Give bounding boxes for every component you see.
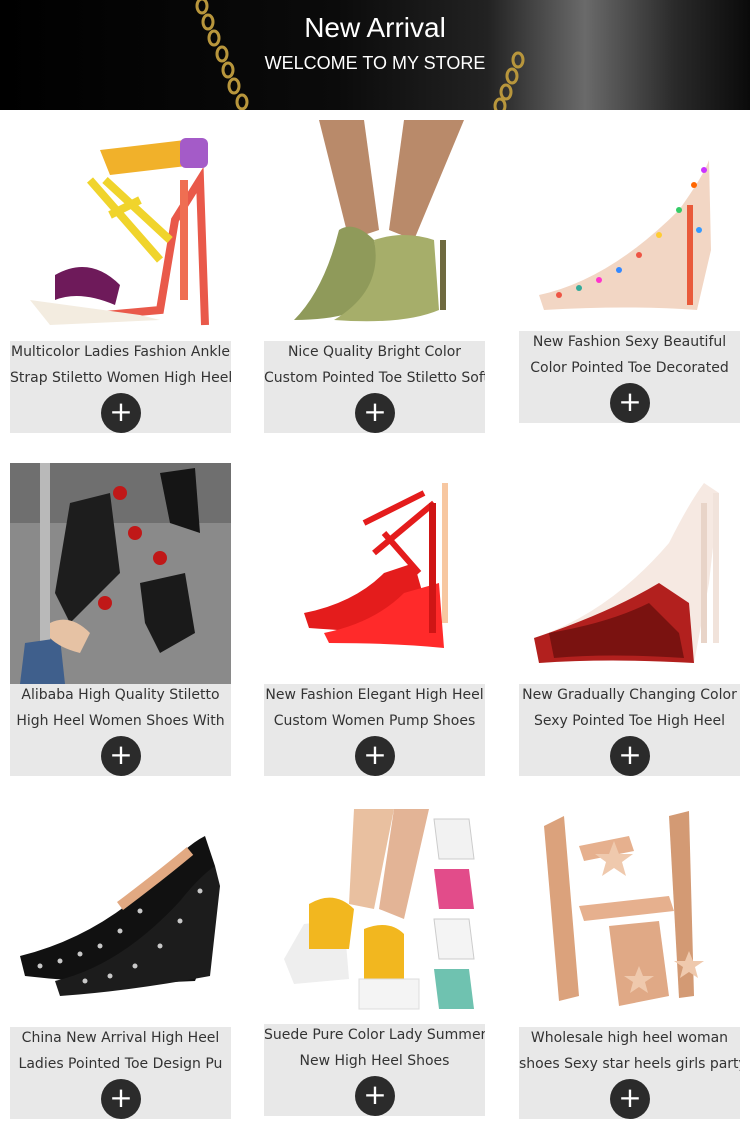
strappy-sandal-image	[10, 120, 231, 341]
product-title-line-2[interactable]: High Heel Women Shoes With	[10, 713, 231, 729]
add-product-button[interactable]: +	[355, 1076, 395, 1116]
product-card[interactable]: Multicolor Ladies Fashion Ankle Strap St…	[10, 120, 231, 433]
product-caption: Alibaba High Quality Stiletto High Heel …	[10, 684, 231, 776]
product-title-line-2[interactable]: Strap Stiletto Women High Heel	[10, 370, 231, 386]
product-image[interactable]	[10, 463, 231, 684]
product-title-line-1[interactable]: Suede Pure Color Lady Summer	[264, 1027, 485, 1043]
product-card[interactable]: China New Arrival High Heel Ladies Point…	[10, 806, 231, 1119]
product-title-line-1[interactable]: Wholesale high heel woman	[519, 1030, 740, 1046]
add-product-button[interactable]: +	[610, 1079, 650, 1119]
store-banner: New Arrival WELCOME TO MY STORE	[0, 0, 750, 110]
star-sandal-image	[519, 806, 740, 1027]
product-card[interactable]: New Fashion Sexy Beautiful Color Pointed…	[519, 120, 740, 423]
add-product-button[interactable]: +	[610, 383, 650, 423]
product-card[interactable]: Alibaba High Quality Stiletto High Heel …	[10, 463, 231, 776]
platform-peep-toe-image	[264, 809, 485, 1024]
product-title-line-1[interactable]: New Fashion Sexy Beautiful	[519, 334, 740, 350]
product-title-line-1[interactable]: New Gradually Changing Color	[519, 687, 740, 703]
product-title-line-1[interactable]: China New Arrival High Heel	[10, 1030, 231, 1046]
product-image[interactable]	[519, 463, 740, 684]
product-image[interactable]	[519, 806, 740, 1027]
product-caption: Suede Pure Color Lady Summer New High He…	[264, 1024, 485, 1116]
product-image[interactable]	[10, 120, 231, 341]
gradient-leopard-pump-image	[519, 463, 740, 684]
product-title-line-2[interactable]: Custom Pointed Toe Stiletto Soft	[264, 370, 485, 386]
red-cross-strap-pump-image	[264, 463, 485, 684]
product-title-line-2[interactable]: Ladies Pointed Toe Design Pu	[10, 1056, 231, 1072]
product-card[interactable]: Suede Pure Color Lady Summer New High He…	[264, 806, 485, 1116]
product-caption: New Fashion Sexy Beautiful Color Pointed…	[519, 331, 740, 423]
product-title-line-2[interactable]: Sexy Pointed Toe High Heel	[519, 713, 740, 729]
product-card[interactable]: New Gradually Changing Color Sexy Pointe…	[519, 463, 740, 776]
product-image[interactable]	[10, 806, 231, 1027]
product-image[interactable]	[264, 120, 485, 341]
product-title-line-2[interactable]: shoes Sexy star heels girls party	[519, 1056, 740, 1072]
banner-title: New Arrival	[304, 12, 446, 43]
product-title-line-1[interactable]: Nice Quality Bright Color	[264, 344, 485, 360]
product-title-line-1[interactable]: Multicolor Ladies Fashion Ankle	[10, 344, 231, 360]
add-product-button[interactable]: +	[101, 393, 141, 433]
product-title-line-2[interactable]: Custom Women Pump Shoes	[264, 713, 485, 729]
add-product-button[interactable]: +	[355, 736, 395, 776]
product-title-line-1[interactable]: Alibaba High Quality Stiletto	[10, 687, 231, 703]
product-title-line-2[interactable]: New High Heel Shoes	[264, 1053, 485, 1069]
olive-mule-image	[264, 120, 485, 341]
product-image[interactable]	[264, 463, 485, 684]
add-product-button[interactable]: +	[101, 1079, 141, 1119]
product-card[interactable]: Nice Quality Bright Color Custom Pointed…	[264, 120, 485, 433]
product-caption: New Fashion Elegant High Heel Custom Wom…	[264, 684, 485, 776]
product-card[interactable]: Wholesale high heel woman shoes Sexy sta…	[519, 806, 740, 1119]
product-title-line-2[interactable]: Color Pointed Toe Decorated	[519, 360, 740, 376]
product-title-line-1[interactable]: New Fashion Elegant High Heel	[264, 687, 485, 703]
add-product-button[interactable]: +	[355, 393, 395, 433]
banner-subtitle: WELCOME TO MY STORE	[264, 53, 486, 73]
product-image[interactable]	[519, 120, 740, 331]
product-caption: Nice Quality Bright Color Custom Pointed…	[264, 341, 485, 433]
add-product-button[interactable]: +	[101, 736, 141, 776]
product-caption: Wholesale high heel woman shoes Sexy sta…	[519, 1027, 740, 1119]
add-product-button[interactable]: +	[610, 736, 650, 776]
product-caption: Multicolor Ladies Fashion Ankle Strap St…	[10, 341, 231, 433]
product-image[interactable]	[264, 809, 485, 1024]
black-studded-pump-image	[10, 806, 231, 1027]
product-card[interactable]: New Fashion Elegant High Heel Custom Wom…	[264, 463, 485, 776]
product-caption: New Gradually Changing Color Sexy Pointe…	[519, 684, 740, 776]
product-caption: China New Arrival High Heel Ladies Point…	[10, 1027, 231, 1119]
sock-boot-image	[10, 463, 231, 684]
studded-pump-image	[519, 120, 740, 331]
